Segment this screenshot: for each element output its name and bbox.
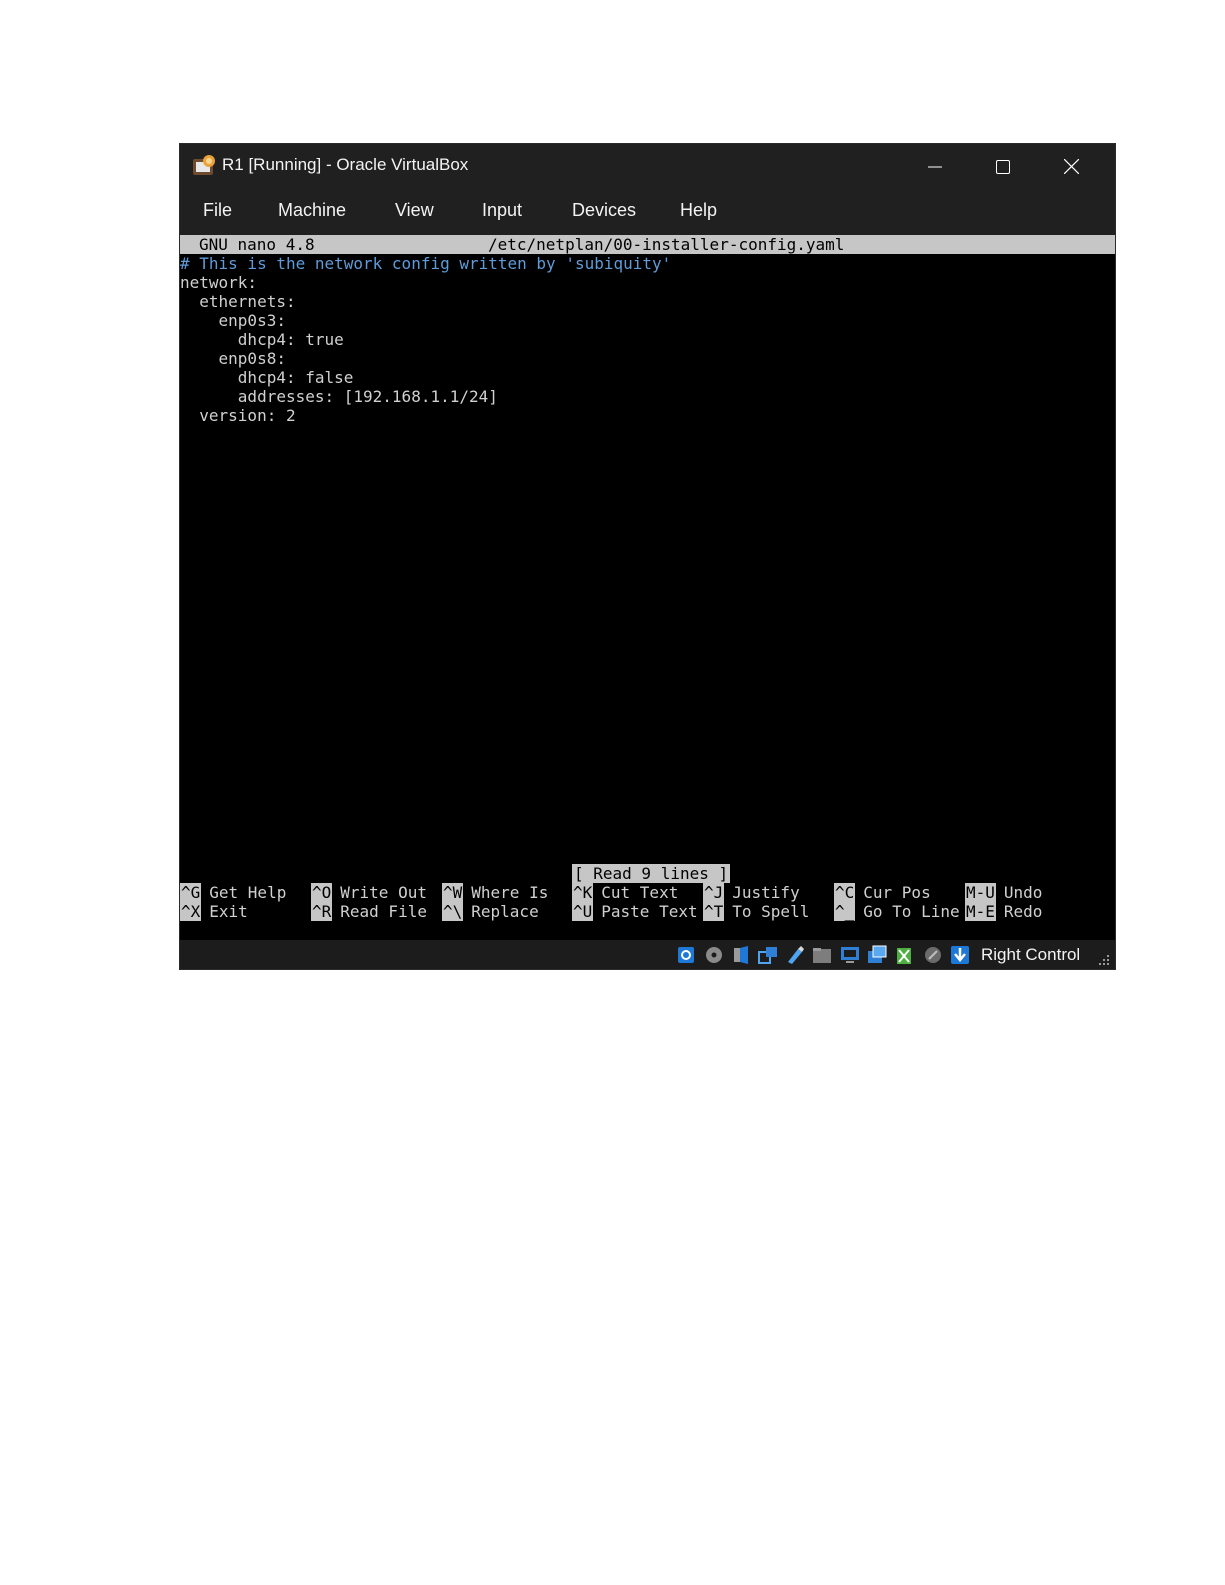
shortcut-undo: M-U Undo <box>965 883 1043 902</box>
shortcut-get-help: ^G Get Help <box>180 883 287 902</box>
close-icon <box>1063 159 1079 174</box>
network-icon[interactable] <box>758 945 778 965</box>
menu-file[interactable]: File <box>203 200 232 221</box>
shortcut-write-out: ^O Write Out <box>311 883 427 902</box>
virtualbox-window: R1 [Running] - Oracle VirtualBox File Ma… <box>180 144 1115 969</box>
usb-icon[interactable] <box>785 945 805 965</box>
minimize-button[interactable] <box>901 144 969 189</box>
menu-input[interactable]: Input <box>482 200 522 221</box>
mouse-integration-icon[interactable] <box>923 945 943 965</box>
vm-status-bar: Right Control <box>180 940 1115 969</box>
code-line[interactable]: dhcp4: false <box>180 368 354 387</box>
menu-view[interactable]: View <box>395 200 434 221</box>
menu-machine[interactable]: Machine <box>278 200 346 221</box>
nano-title-bar: GNU nano 4.8 /etc/netplan/00-installer-c… <box>180 235 1115 254</box>
video-capture-icon[interactable] <box>867 945 887 965</box>
code-line[interactable]: enp0s8: <box>180 349 286 368</box>
nano-version: GNU nano 4.8 <box>199 235 315 254</box>
window-title: R1 [Running] - Oracle VirtualBox <box>222 155 469 174</box>
code-line[interactable]: network: <box>180 273 257 292</box>
code-line[interactable]: ethernets: <box>180 292 295 311</box>
audio-icon[interactable] <box>731 945 751 965</box>
keyboard-capture-icon[interactable] <box>950 945 970 965</box>
close-button[interactable] <box>1037 144 1105 189</box>
code-line-comment[interactable]: # This is the network config written by … <box>180 254 671 273</box>
shortcut-exit: ^X Exit <box>180 902 248 921</box>
title-bar[interactable]: R1 [Running] - Oracle VirtualBox <box>180 144 1115 189</box>
minimize-icon <box>928 166 942 167</box>
hard-disk-icon[interactable] <box>676 945 696 965</box>
code-line[interactable]: version: 2 <box>180 406 295 425</box>
shortcut-paste-text: ^U Paste Text <box>572 902 698 921</box>
maximize-button[interactable] <box>969 144 1037 189</box>
shortcut-redo: M-E Redo <box>965 902 1043 921</box>
resize-grip-icon[interactable] <box>1097 953 1110 966</box>
vm-screen[interactable]: GNU nano 4.8 /etc/netplan/00-installer-c… <box>180 235 1115 940</box>
code-line[interactable]: enp0s3: <box>180 311 286 330</box>
virtualbox-app-icon <box>193 155 215 175</box>
shortcut-to-spell: ^T To Spell <box>703 902 810 921</box>
shortcut-where-is: ^W Where Is <box>442 883 549 902</box>
menu-devices[interactable]: Devices <box>572 200 636 221</box>
shortcut-read-file: ^R Read File <box>311 902 427 921</box>
shortcut-replace: ^\ Replace <box>442 902 539 921</box>
recording-icon[interactable] <box>894 945 914 965</box>
code-line[interactable]: dhcp4: true <box>180 330 344 349</box>
shortcut-cur-pos: ^C Cur Pos <box>834 883 931 902</box>
host-key-label: Right Control <box>981 945 1081 964</box>
shared-folders-icon[interactable] <box>812 945 832 965</box>
menu-help[interactable]: Help <box>680 200 717 221</box>
optical-drive-icon[interactable] <box>704 945 724 965</box>
menu-bar: File Machine View Input Devices Help <box>180 189 1115 235</box>
maximize-icon <box>996 159 1010 174</box>
shortcut-go-to-line: ^_ Go To Line <box>834 902 960 921</box>
nano-status-message: [ Read 9 lines ] <box>572 864 731 883</box>
shortcut-justify: ^J Justify <box>703 883 800 902</box>
display-icon[interactable] <box>840 945 860 965</box>
code-line[interactable]: addresses: [192.168.1.1/24] <box>180 387 498 406</box>
shortcut-cut-text: ^K Cut Text <box>572 883 679 902</box>
nano-filename: /etc/netplan/00-installer-config.yaml <box>488 235 845 254</box>
